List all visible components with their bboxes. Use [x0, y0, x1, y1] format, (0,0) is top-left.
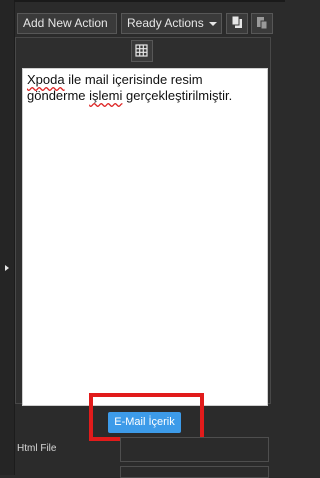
editor-text: gerçekleştirilmiştir. [122, 88, 233, 103]
top-divider [14, 0, 285, 2]
add-new-action-label: Add New Action [23, 16, 108, 30]
ready-actions-dropdown[interactable]: Ready Actions [121, 13, 222, 34]
spellcheck-word: işlemi [89, 88, 123, 103]
paste-button[interactable] [251, 13, 273, 34]
html-file-input[interactable] [120, 437, 269, 462]
insert-table-button[interactable] [131, 40, 153, 62]
mail-body-editor[interactable]: Xpoda ile mail içerisinde resim gönderme… [22, 68, 268, 406]
caret-down-icon [208, 21, 217, 26]
copy-button[interactable] [226, 13, 248, 34]
add-new-action-button[interactable]: Add New Action [17, 13, 117, 34]
ready-actions-label: Ready Actions [127, 16, 204, 30]
paste-icon [257, 17, 268, 30]
highlight-box [89, 393, 204, 441]
html-file-label: Html File [17, 443, 57, 454]
left-collapse-strip[interactable] [0, 0, 15, 475]
expand-arrow-icon[interactable] [5, 265, 9, 271]
copy-icon [231, 15, 242, 28]
spellcheck-word: Xpoda [27, 72, 65, 87]
table-icon [135, 44, 148, 57]
next-input-field[interactable] [120, 466, 269, 478]
